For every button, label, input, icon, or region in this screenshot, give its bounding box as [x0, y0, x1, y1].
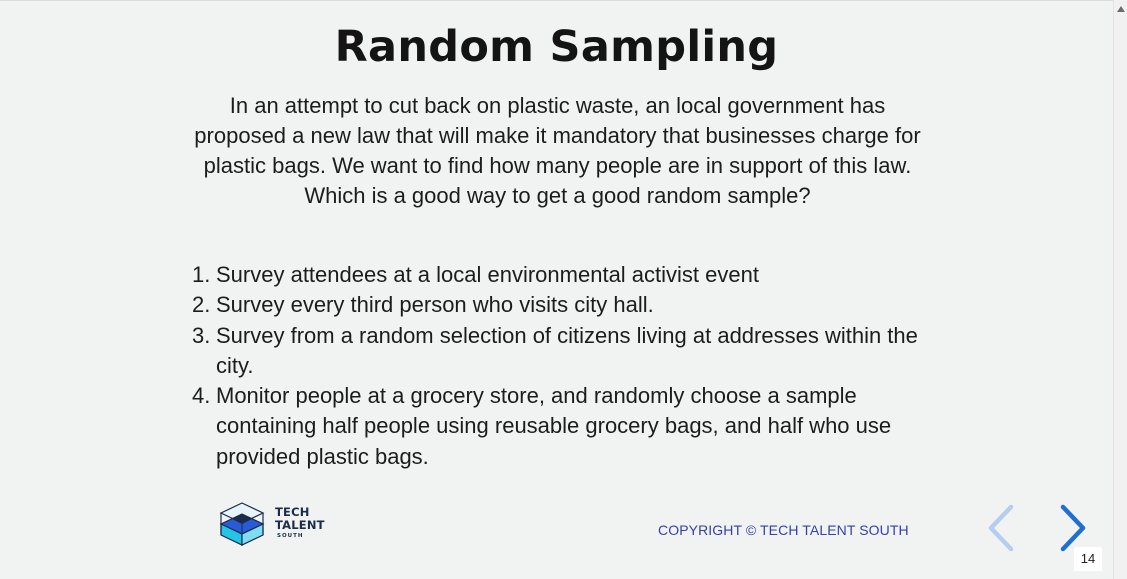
option-text: Survey attendees at a local environmenta…	[216, 262, 759, 287]
slide-title: Random Sampling	[334, 22, 779, 72]
copyright-text: COPYRIGHT © TECH TALENT SOUTH	[658, 522, 909, 538]
option-number: 3.	[192, 322, 211, 348]
option-number: 2.	[192, 292, 211, 318]
chevron-right-icon	[1060, 504, 1086, 552]
slide-number: 14	[1074, 547, 1102, 571]
list-item: 2. Survey every third person who visits …	[192, 290, 932, 320]
cube-logo-icon	[219, 502, 265, 546]
option-number: 1.	[192, 262, 211, 287]
logo-wordmark: TECH TALENT SOUTH	[275, 506, 325, 540]
option-text: Survey from a random selection of citize…	[216, 322, 918, 378]
list-item: 3. Survey from a random selection of cit…	[192, 321, 932, 382]
logo-line-3: SOUTH	[277, 533, 304, 539]
previous-slide-button[interactable]	[985, 503, 1019, 553]
slide-intro-text: In an attempt to cut back on plastic was…	[194, 93, 921, 208]
option-text: Survey every third person who visits cit…	[216, 292, 654, 318]
tech-talent-south-logo: TECH TALENT SOUTH	[218, 501, 328, 547]
scroll-up-arrow-icon[interactable]	[1117, 6, 1125, 12]
option-number: 4.	[192, 383, 211, 409]
vertical-scrollbar[interactable]	[1113, 0, 1127, 579]
option-text: Monitor people at a grocery store, and r…	[216, 383, 892, 469]
slide: Random Sampling In an attempt to cut bac…	[0, 0, 1113, 579]
list-item: 4. Monitor people at a grocery store, an…	[192, 381, 932, 472]
list-item: 1. Survey attendees at a local environme…	[192, 260, 932, 290]
next-slide-button[interactable]	[1055, 503, 1089, 553]
logo-line-2: TALENT	[275, 518, 325, 532]
chevron-left-icon	[988, 504, 1014, 552]
answer-options-list: 1. Survey attendees at a local environme…	[192, 260, 932, 472]
